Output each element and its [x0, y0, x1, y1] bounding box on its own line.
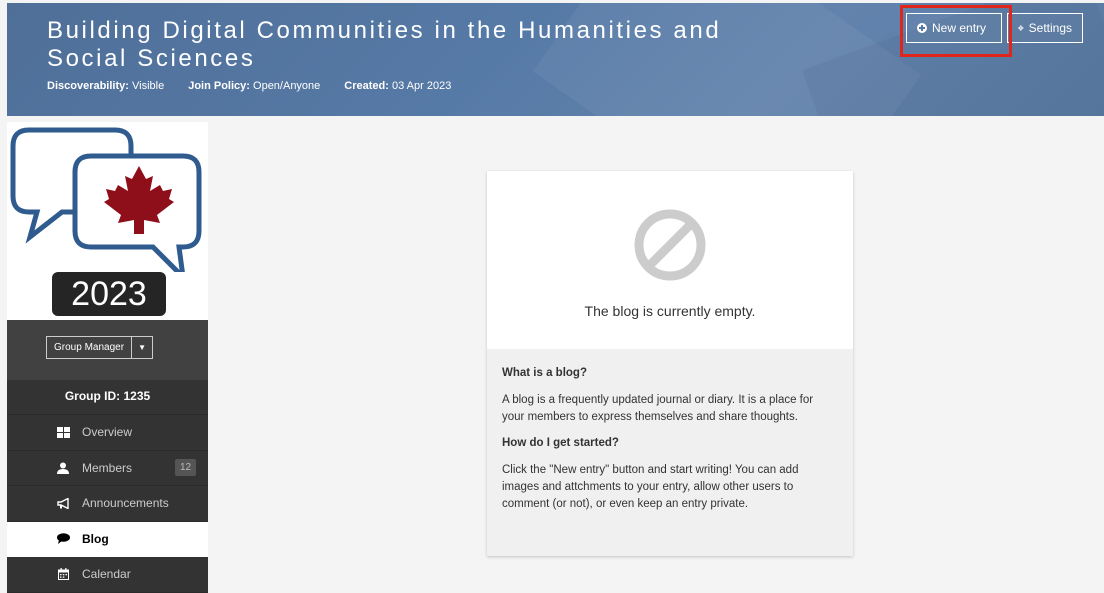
meta-discoverability: Discoverability: Visible [47, 80, 165, 92]
sidebar-item-label: Members [82, 460, 133, 475]
sidebar-item-members[interactable]: Members 12 [7, 450, 208, 486]
page-title: Building Digital Communities in the Huma… [47, 17, 722, 72]
manager-area: Group Manager ▼ [7, 320, 208, 380]
sidebar-item-label: Calendar [82, 567, 131, 582]
gear-icon [1018, 25, 1024, 31]
help-answer-2: Click the "New entry" button and start w… [502, 464, 799, 510]
empty-blog-card: The blog is currently empty. What is a b… [487, 171, 853, 556]
members-count-badge: 12 [175, 459, 196, 477]
settings-label: Settings [1028, 21, 1072, 35]
sidebar-item-label: Blog [82, 531, 109, 546]
sidebar-item-calendar[interactable]: Calendar [7, 557, 208, 593]
sidebar-item-blog[interactable]: Blog [7, 521, 208, 557]
caret-down-icon[interactable]: ▼ [132, 337, 152, 358]
prohibited-icon [634, 209, 706, 281]
sidebar-item-overview[interactable]: Overview [7, 415, 208, 451]
help-question-1: What is a blog? [502, 367, 587, 379]
sidebar: 2023 Group Manager ▼ Group ID: 1235 Over… [7, 122, 208, 593]
year-badge: 2023 [52, 272, 166, 316]
group-manager-label: Group Manager [47, 337, 133, 358]
calendar-icon [56, 567, 70, 581]
blog-help: What is a blog? A blog is a frequently u… [487, 349, 853, 556]
user-icon [56, 461, 70, 475]
help-question-2: How do I get started? [502, 437, 619, 449]
highlight-box [900, 5, 1012, 57]
group-id: Group ID: 1235 [7, 380, 208, 415]
meta-join-policy: Join Policy: Open/Anyone [188, 80, 321, 92]
empty-message: The blog is currently empty. [584, 303, 756, 319]
grid-icon [56, 425, 70, 439]
sidebar-item-label: Announcements [82, 496, 169, 511]
sidebar-item-label: Overview [82, 425, 133, 440]
sidebar-nav: Overview Members 12 Announcements Blog C… [7, 415, 208, 593]
empty-state: The blog is currently empty. [487, 171, 853, 349]
group-logo: 2023 [7, 122, 208, 320]
help-answer-1: A blog is a frequently updated journal o… [502, 394, 814, 423]
group-manager-dropdown[interactable]: Group Manager ▼ [46, 336, 154, 359]
sidebar-item-announcements[interactable]: Announcements [7, 486, 208, 522]
speech-bubble-icon [56, 532, 70, 546]
meta-created: Created: 03 Apr 2023 [344, 80, 452, 92]
group-meta: Discoverability: Visible Join Policy: Op… [47, 80, 475, 92]
settings-button[interactable]: Settings [1007, 13, 1083, 43]
megaphone-icon [56, 496, 70, 510]
